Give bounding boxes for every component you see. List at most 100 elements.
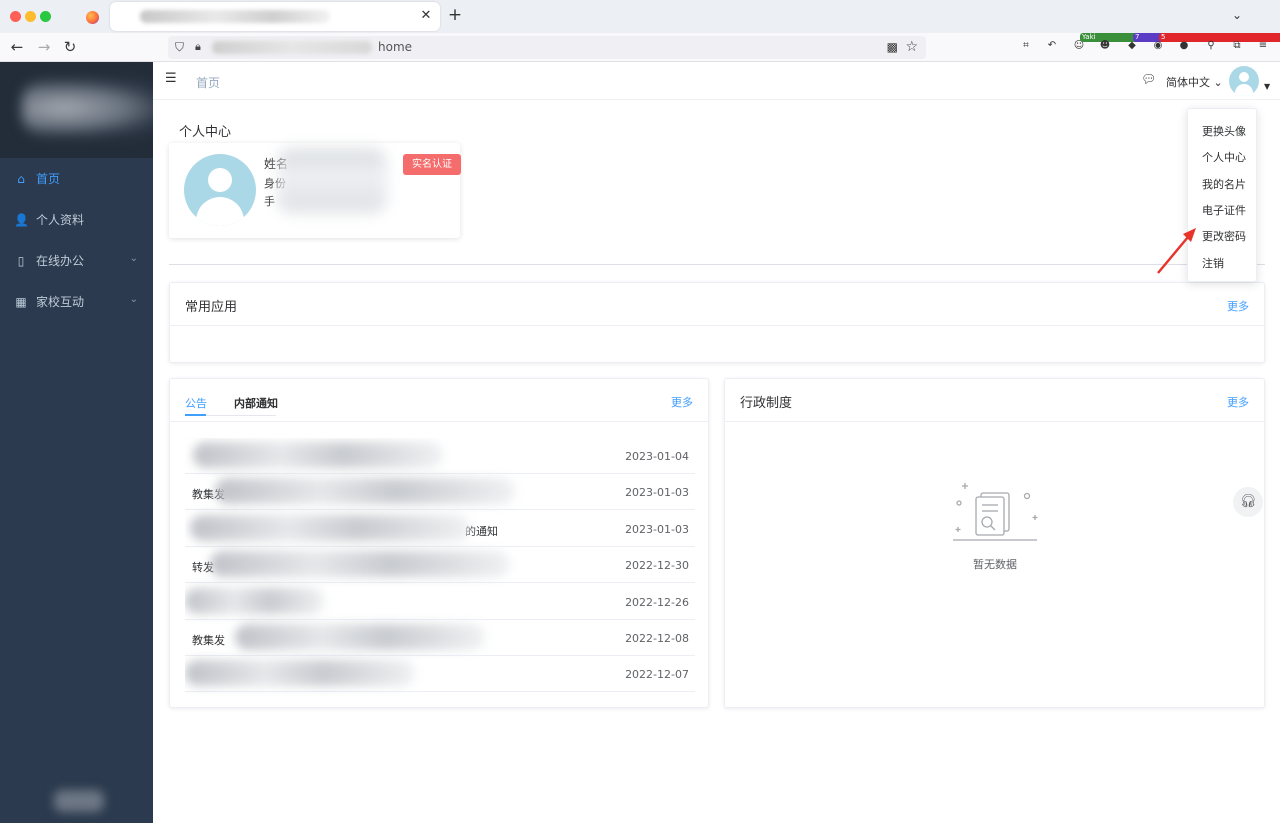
breadcrumb[interactable]: 首页 <box>196 74 220 91</box>
more-link[interactable]: 更多 <box>1227 394 1249 410</box>
dropdown-item-5[interactable]: 注销 <box>1202 255 1224 271</box>
profile-card: 姓名 身份 手 实名认证 <box>169 143 461 238</box>
puzzle-extension-icon[interactable]: ⧉ <box>1229 38 1245 54</box>
notice-title-redacted <box>185 587 325 614</box>
common-apps-card: 常用应用 更多 <box>169 282 1265 363</box>
notice-date: 2022-12-08 <box>625 632 689 645</box>
shield-icon[interactable]: ⛉ <box>175 40 184 55</box>
reload-icon[interactable]: ↻ <box>61 38 79 56</box>
chevron-down-icon: ⌄ <box>129 253 138 264</box>
sidebar-item-1[interactable]: 👤 个人资料 <box>0 199 153 240</box>
pinned-tab[interactable] <box>82 7 102 27</box>
crop-icon[interactable]: ⌗ <box>1018 38 1034 54</box>
sidebar-item-0[interactable]: ⌂ 首页 <box>0 158 153 199</box>
notice-title-redacted <box>215 478 515 505</box>
active-tab-indicator <box>185 414 206 416</box>
page-title: 个人中心 <box>179 125 232 140</box>
lock-icon[interactable]: 🔒︎ <box>195 40 201 54</box>
dropdown-item-2[interactable]: 我的名片 <box>1202 176 1246 192</box>
dropdown-item-1[interactable]: 个人中心 <box>1202 149 1246 165</box>
notice-title-redacted <box>210 551 510 578</box>
avatar-body-shape <box>196 197 244 226</box>
mouse-icon: ▯ <box>17 253 25 268</box>
close-window-button[interactable] <box>10 11 21 22</box>
card-header: 公告 内部通知 更多 <box>170 379 708 422</box>
app-menu-icon[interactable]: ≡ <box>1255 38 1271 54</box>
list-item[interactable]: 的通知 2023-01-03 <box>185 511 695 547</box>
notice-card: 公告 内部通知 更多 2023-01-04 教集发 2023-01-03 的通知 202… <box>169 378 709 708</box>
qr-code-icon[interactable]: ▩ <box>887 40 898 54</box>
notice-date: 2023-01-04 <box>625 450 689 463</box>
list-item[interactable]: 教集发 2022-12-08 <box>185 620 695 656</box>
bookmark-star-icon[interactable]: ☆ <box>905 39 918 55</box>
list-item[interactable] <box>185 693 695 706</box>
chevron-down-icon: ⌄ <box>129 294 138 305</box>
profile-info-redacted <box>277 149 387 213</box>
dropdown-item-0[interactable]: 更换头像 <box>1202 123 1246 139</box>
zoom-window-button[interactable] <box>40 11 51 22</box>
notice-date: 2023-01-03 <box>625 486 689 500</box>
notice-title-redacted <box>193 442 443 468</box>
sidebar-item-2[interactable]: ▯ 在线办公 ⌄ <box>0 240 153 281</box>
notice-list: 2023-01-04 教集发 2023-01-03 的通知 2023-01-03 转发 20… <box>185 438 695 706</box>
url-text: home <box>378 40 413 54</box>
robot-extension-icon[interactable]: ☻ <box>1097 38 1113 54</box>
headset-support-icon[interactable]: 🎧︎ <box>1233 487 1263 517</box>
language-select[interactable]: 简体中文 ⌄ <box>1166 74 1223 90</box>
more-link[interactable]: 更多 <box>671 394 693 410</box>
sidebar-footer-redacted <box>54 790 104 812</box>
notice-title[interactable]: 的通知 <box>465 523 498 539</box>
notice-date: 2023-01-03 <box>625 522 689 536</box>
sidebar-item-3[interactable]: ▦ 家校互动 ⌄ <box>0 281 153 322</box>
avatar[interactable] <box>1229 66 1259 96</box>
tab-close-icon[interactable]: ✕ <box>418 8 434 24</box>
new-tab-button[interactable]: + <box>446 6 464 24</box>
address-bar[interactable]: ⛉ 🔒︎ home ▩ ☆ <box>168 36 926 59</box>
notice-title-redacted <box>235 624 485 650</box>
card-title: 常用应用 <box>185 300 238 315</box>
language-label: 简体中文 <box>1166 76 1210 89</box>
tab-list-chevron-icon[interactable]: ⌄ <box>1232 8 1242 22</box>
pin-extension-icon[interactable]: ⚲ <box>1203 38 1219 54</box>
more-link[interactable]: 更多 <box>1227 298 1249 314</box>
sidebar: ⌂ 首页 👤 个人资料 ▯ 在线办公 ⌄ ▦ 家校互动 ⌄ <box>0 62 153 823</box>
list-item[interactable]: 2022-12-26 <box>185 584 695 620</box>
list-item[interactable]: 转发 2022-12-30 <box>185 547 695 584</box>
dropdown-item-3[interactable]: 电子证件 <box>1202 202 1246 218</box>
tab-announcement[interactable]: 公告 <box>185 395 207 411</box>
card-header: 常用应用 更多 <box>170 283 1264 326</box>
sidebar-item-label: 个人资料 <box>36 213 85 227</box>
tab-title-redacted <box>140 10 330 23</box>
list-item[interactable]: 2023-01-04 <box>185 438 695 474</box>
dropdown-item-4[interactable]: 更改密码 <box>1202 228 1246 244</box>
caret-down-icon[interactable]: ▼ <box>1264 82 1270 91</box>
list-item[interactable]: 教集发 2023-01-03 <box>185 474 695 511</box>
divider <box>169 264 1265 265</box>
top-header: ☰ 首页 💬︎ 简体中文 ⌄ ▼ <box>153 62 1280 100</box>
collapse-menu-icon[interactable]: ☰ <box>165 72 179 86</box>
tab-internal-notice[interactable]: 内部通知 <box>234 395 278 411</box>
profile-avatar[interactable] <box>184 154 256 226</box>
home-icon: ⌂ <box>17 171 25 186</box>
notice-title[interactable]: 教集发 <box>192 632 225 648</box>
annotation-arrow-icon <box>1157 228 1196 274</box>
card-title: 行政制度 <box>740 396 793 411</box>
forward-arrow-icon[interactable]: → <box>35 38 53 56</box>
active-tab[interactable]: ✕ <box>110 2 440 31</box>
avatar-body-shape <box>1235 84 1253 96</box>
back-arrow-icon[interactable]: ← <box>8 38 26 56</box>
list-item[interactable]: 2022-12-07 <box>185 656 695 693</box>
message-icon[interactable]: 💬︎ <box>1141 72 1156 86</box>
notice-title-redacted <box>190 514 470 541</box>
sidebar-item-label: 家校互动 <box>36 295 85 309</box>
notice-date: 2022-12-30 <box>625 559 689 573</box>
user-icon: 👤 <box>14 212 29 227</box>
logo-area <box>0 62 153 158</box>
verify-identity-button[interactable]: 实名认证 <box>403 154 461 175</box>
undo-arrow-icon[interactable]: ↶ <box>1044 38 1060 54</box>
browser-toolbar: ← → ↻ ⛉ 🔒︎ home ▩ ☆ ⌗ ↶ ☺ Yaki ☻ ◆ 7 ◉ 5 ● ⚲ ⧉ ≡ <box>0 33 1280 62</box>
cookie-extension-icon[interactable]: ● <box>1176 38 1192 54</box>
minimize-window-button[interactable] <box>25 11 36 22</box>
notice-title-redacted <box>185 660 415 687</box>
chevron-down-icon: ⌄ <box>1213 76 1223 89</box>
